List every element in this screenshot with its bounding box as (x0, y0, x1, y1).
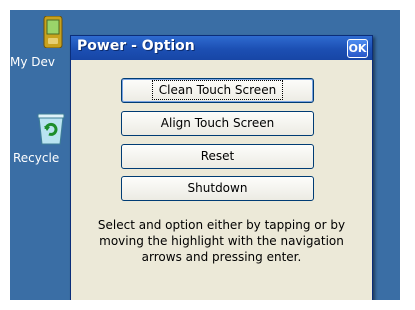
help-text: Select and option either by tapping or b… (97, 218, 346, 264)
desktop-icon-label: My Dev (10, 55, 55, 69)
button-label: Clean Touch Screen (151, 80, 284, 100)
recycle-bin-icon (37, 113, 65, 145)
button-label: Reset (200, 149, 235, 163)
desktop: My Dev Recycle Power - Option OK Clean T… (10, 10, 400, 300)
desktop-icon-label: Recycle (13, 151, 60, 165)
align-touch-screen-button[interactable]: Align Touch Screen (121, 111, 314, 136)
dialog-title: Power - Option (77, 38, 195, 54)
ok-button[interactable]: OK (347, 39, 368, 58)
dialog-title-bar[interactable]: Power - Option OK (71, 36, 372, 60)
handheld-device-icon (43, 16, 63, 48)
clean-touch-screen-button[interactable]: Clean Touch Screen (121, 78, 314, 103)
button-label: Shutdown (187, 181, 248, 195)
power-option-dialog: Power - Option OK Clean Touch Screen Ali… (70, 35, 373, 300)
reset-button[interactable]: Reset (121, 144, 314, 169)
button-label: Align Touch Screen (160, 116, 275, 130)
shutdown-button[interactable]: Shutdown (121, 176, 314, 201)
